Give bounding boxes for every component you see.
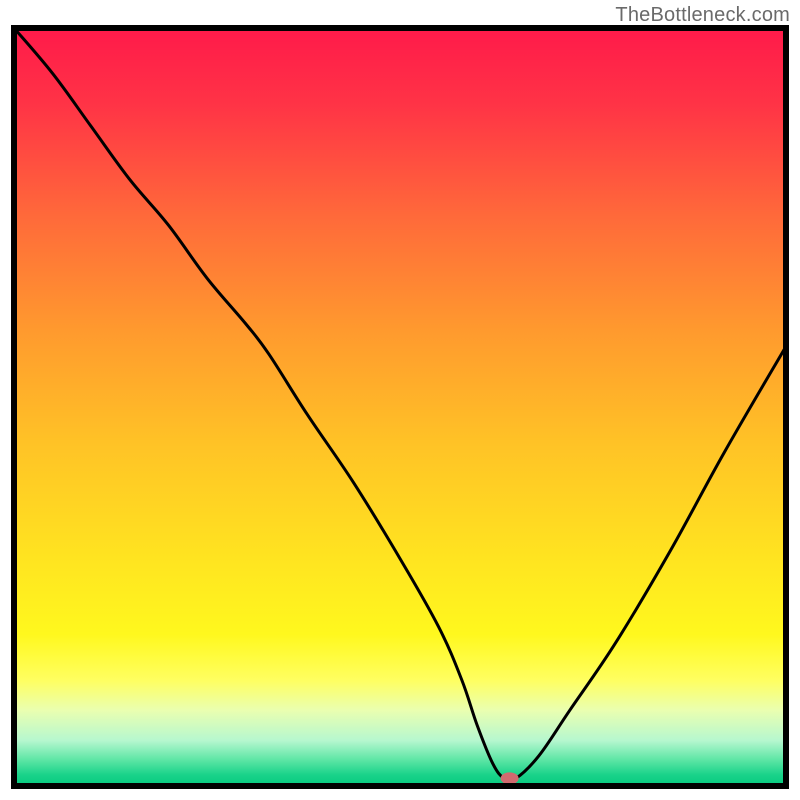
plot-area: [14, 28, 786, 786]
chart-svg: [0, 0, 800, 800]
bottleneck-chart: TheBottleneck.com: [0, 0, 800, 800]
watermark-text: TheBottleneck.com: [615, 4, 790, 27]
gradient-background: [14, 28, 786, 786]
optimum-marker: [501, 772, 519, 784]
